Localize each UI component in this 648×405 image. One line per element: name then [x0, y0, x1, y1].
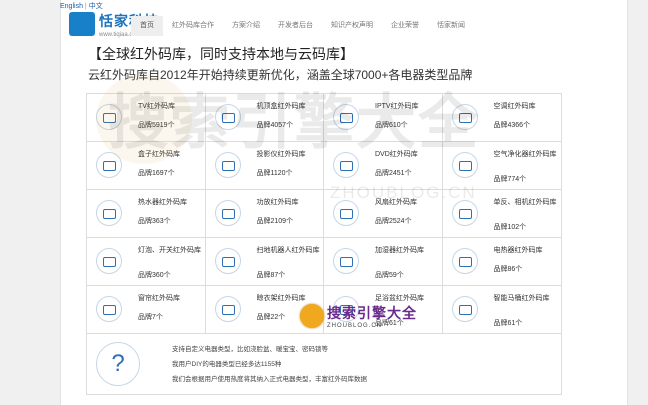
device-name: 热水器红外码库	[138, 199, 187, 206]
light-bulb-icon	[96, 248, 122, 274]
custom-device-text: 支持自定义电器类型，比如浇脸盆、暖宝宝、密码锁等	[172, 346, 328, 353]
device-name: 晾衣架红外码库	[256, 295, 306, 302]
custom-device-text: 我们会根据用户使用热度将其纳入正式电器类型，丰富红外码库数据	[172, 376, 367, 383]
device-name: 空调红外码库	[493, 103, 536, 110]
brand-count: 品牌363个	[138, 218, 171, 225]
device-name: 扫地机器人红外码库	[256, 247, 320, 254]
device-card-water-heater[interactable]: 热水器红外码库 品牌363个	[87, 190, 206, 237]
brand-count: 品牌2109个	[256, 218, 294, 225]
brand-count: 品牌1697个	[138, 170, 175, 177]
question-mark-icon: ?	[96, 342, 140, 386]
robot-vacuum-icon	[214, 248, 241, 274]
watermark-small-cn: 搜索引擎大全	[327, 305, 417, 321]
lang-separator: |	[84, 3, 87, 10]
brand-count: 品牌22个	[256, 314, 286, 321]
watermark-badge: 搜索引擎大全 ZHOUBLOG.CN	[300, 303, 417, 329]
camera-icon	[451, 200, 478, 226]
device-row: 灯泡、开关红外码库 品牌360个 扫地机器人红外码库 品牌87个 加湿器红外码库…	[87, 238, 561, 286]
smart-toilet-icon	[451, 296, 478, 322]
lang-chinese-link[interactable]: 中文	[89, 3, 103, 10]
device-card-electric-heater[interactable]: 电热器红外码库 品牌86个	[443, 238, 562, 285]
nav-solutions[interactable]: 方案介绍	[223, 16, 269, 36]
device-card-light-bulb[interactable]: 灯泡、开关红外码库 品牌360个	[87, 238, 206, 285]
device-card-humidifier[interactable]: 加湿器红外码库 品牌59个	[324, 238, 443, 285]
amplifier-icon	[214, 200, 241, 226]
brand-count: 品牌87个	[256, 272, 286, 279]
brand-count: 品牌360个	[138, 272, 171, 279]
device-name: 电热器红外码库	[493, 247, 543, 254]
brand-logo-icon[interactable]	[69, 12, 95, 36]
device-name: 窗帘红外码库	[138, 295, 180, 302]
brand-count: 品牌102个	[493, 224, 527, 231]
page-title: 【全球红外码库，同时支持本地与云码库】	[88, 46, 354, 62]
device-name: 灯泡、开关红外码库	[138, 247, 201, 254]
brand-count: 品牌61个	[493, 320, 523, 327]
watermark-ball-icon	[300, 304, 324, 328]
device-card-curtain[interactable]: 窗帘红外码库 品牌7个	[87, 286, 206, 333]
device-card-amplifier[interactable]: 功放红外码库 品牌2109个	[206, 190, 324, 237]
water-heater-icon	[96, 200, 122, 226]
custom-device-row: ? 支持自定义电器类型，比如浇脸盆、暖宝宝、密码锁等 我用户DIY的电器类型已经…	[87, 334, 561, 394]
electric-heater-icon	[451, 248, 478, 274]
device-name: 功放红外码库	[256, 199, 299, 206]
nav-home[interactable]: 首页	[131, 16, 163, 36]
humidifier-icon	[333, 248, 359, 274]
brand-count: 品牌7个	[138, 314, 163, 321]
nav-ir-library-cooperation[interactable]: 红外码库合作	[163, 16, 223, 36]
brand-count: 品牌59个	[375, 272, 404, 279]
language-switch: English | 中文	[60, 1, 103, 11]
brand-count: 品牌2524个	[375, 218, 412, 225]
device-name: 空气净化器红外码库	[493, 151, 557, 158]
device-name: 单反、相机红外码库	[493, 199, 557, 206]
brand-count: 品牌1120个	[256, 170, 293, 177]
watermark-url: ZHOUBLOG.CN	[330, 183, 477, 202]
watermark-text: 搜索引擎大全	[108, 89, 480, 156]
device-name: 智能马桶红外码库	[493, 295, 550, 302]
lang-english-link[interactable]: English	[60, 3, 83, 10]
clothes-rack-icon	[214, 296, 241, 322]
custom-device-text: 我用户DIY的电器类型已经多达1155种	[172, 361, 282, 368]
device-card-smart-toilet[interactable]: 智能马桶红外码库 品牌61个	[443, 286, 562, 333]
brand-count: 品牌2451个	[375, 170, 412, 177]
device-name: 足浴盆红外码库	[375, 295, 424, 302]
brand-count: 品牌86个	[493, 266, 523, 273]
nav-developer-console[interactable]: 开发者后台	[269, 16, 322, 36]
watermark-small-en: ZHOUBLOG.CN	[327, 323, 383, 329]
nav-honors[interactable]: 企业荣誉	[382, 16, 428, 36]
curtain-icon	[96, 296, 122, 322]
device-row: 热水器红外码库 品牌363个 功放红外码库 品牌2109个 风扇红外码库 品牌2…	[87, 190, 561, 238]
brand-count: 品牌774个	[493, 176, 527, 183]
nav-news[interactable]: 恬家新闻	[428, 16, 474, 36]
brand-count: 品牌4366个	[493, 122, 531, 129]
nav-ip-statement[interactable]: 知识产权声明	[322, 16, 382, 36]
device-name: 加湿器红外码库	[375, 247, 424, 254]
main-nav: 首页 红外码库合作 方案介绍 开发者后台 知识产权声明 企业荣誉 恬家新闻	[131, 16, 474, 36]
fan-icon	[333, 200, 359, 226]
device-card-robot-vacuum[interactable]: 扫地机器人红外码库 品牌87个	[206, 238, 324, 285]
